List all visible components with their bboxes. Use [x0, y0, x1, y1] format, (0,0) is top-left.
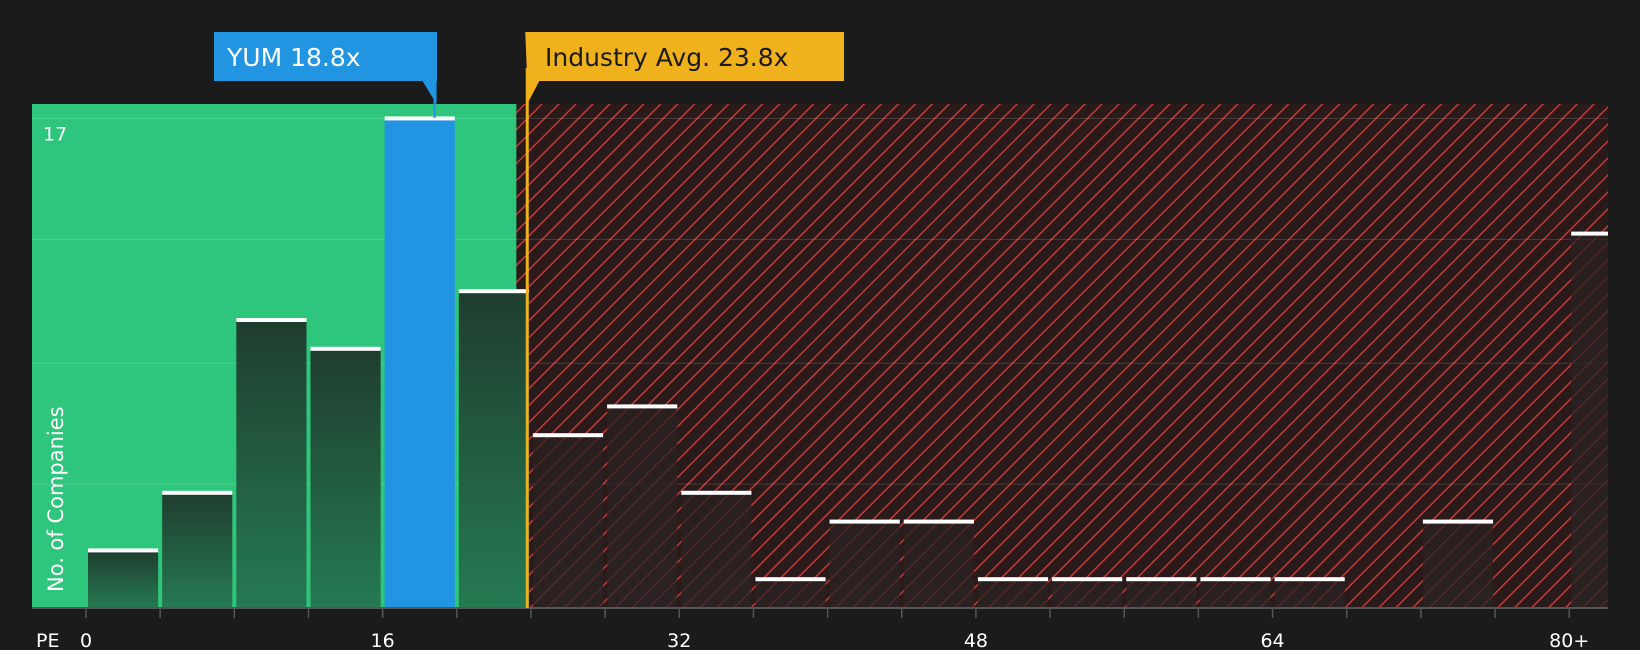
histogram-bar	[384, 118, 455, 609]
histogram-bar	[236, 320, 307, 608]
x-tick-label: 32	[667, 630, 691, 650]
bar-cap	[1126, 577, 1197, 582]
bar-cap	[903, 519, 974, 524]
histogram-bar	[1422, 521, 1494, 608]
x-axis-label: PE	[36, 630, 59, 650]
histogram-bar	[829, 521, 900, 608]
histogram-bar	[458, 291, 529, 608]
x-tick-label: 0	[80, 630, 92, 650]
histogram-bar	[310, 348, 381, 608]
bar-cap	[458, 289, 529, 294]
bar-cap	[384, 116, 455, 121]
x-tick-label: 80+	[1549, 630, 1589, 650]
bar-cap	[1571, 231, 1608, 236]
bar-cap	[607, 404, 678, 409]
pe-ratio-histogram: 0 16 32 48 64 80+ 17 No. of Companies PE YUM …	[0, 0, 1640, 650]
histogram-bar	[681, 492, 752, 608]
y-axis-label: No. of Companies	[44, 406, 68, 592]
x-tick-label: 16	[371, 630, 395, 650]
bar-cap	[1274, 577, 1345, 582]
histogram-bar	[1126, 579, 1197, 608]
bar-cap	[1422, 519, 1494, 524]
bar-cap	[88, 548, 159, 553]
bar-cap	[162, 490, 233, 495]
histogram-bar	[607, 406, 678, 608]
company-pe-label: YUM 18.8x	[226, 43, 361, 72]
histogram-bar	[755, 579, 826, 608]
histogram-bar	[88, 550, 159, 608]
histogram-bar	[162, 492, 233, 608]
bar-cap	[1052, 577, 1123, 582]
x-tick-label: 64	[1260, 630, 1284, 650]
bar-cap	[1200, 577, 1271, 582]
chart-canvas: 0 16 32 48 64 80+ 17 No. of Companies PE YUM …	[32, 32, 1609, 650]
bar-cap	[681, 490, 752, 495]
x-tick-label: 48	[964, 630, 988, 650]
industry-average-label: Industry Avg. 23.8x	[545, 43, 788, 72]
histogram-bar	[1274, 579, 1345, 608]
bar-cap	[236, 318, 307, 322]
bar-cap	[310, 346, 381, 351]
y-tick-label: 17	[43, 123, 67, 145]
histogram-bar	[977, 579, 1049, 608]
histogram-bar	[532, 435, 604, 608]
bar-cap	[755, 577, 826, 582]
bar-cap	[532, 433, 604, 438]
histogram-bar	[903, 521, 974, 608]
histogram-bar	[1052, 579, 1123, 608]
bar-cap	[829, 519, 900, 524]
x-axis: 0 16 32 48 64 80+	[32, 607, 1608, 650]
histogram-bar	[1200, 579, 1271, 608]
industry-callout: Industry Avg. 23.8x	[525, 32, 844, 104]
bar-cap	[977, 577, 1049, 582]
histogram-bar	[1571, 233, 1608, 608]
